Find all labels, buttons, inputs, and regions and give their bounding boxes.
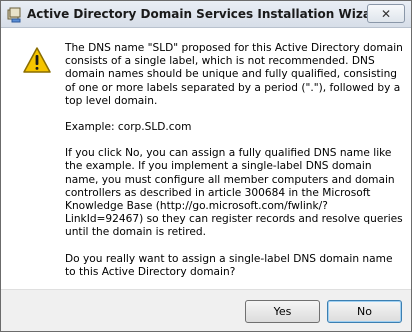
window-title: Active Directory Domain Services Install…	[27, 7, 386, 21]
message-paragraph-4: Do you really want to assign a single-la…	[65, 252, 393, 278]
button-bar: Yes No	[1, 289, 411, 331]
yes-button[interactable]: Yes	[245, 300, 320, 323]
message-paragraph-3: If you click No, you can assign a fully …	[65, 147, 403, 239]
wizard-dialog: Active Directory Domain Services Install…	[0, 0, 412, 332]
close-icon: ✕	[380, 6, 392, 21]
no-button[interactable]: No	[327, 300, 402, 323]
title-bar[interactable]: Active Directory Domain Services Install…	[1, 1, 411, 28]
message-body: The DNS name "SLD" proposed for this Act…	[65, 42, 403, 292]
message-paragraph-2: Example: corp.SLD.com	[65, 121, 192, 134]
close-button[interactable]: ✕	[367, 4, 405, 23]
message-paragraph-1: The DNS name "SLD" proposed for this Act…	[65, 42, 403, 107]
warning-icon	[23, 47, 51, 73]
ad-wizard-icon	[7, 7, 21, 23]
